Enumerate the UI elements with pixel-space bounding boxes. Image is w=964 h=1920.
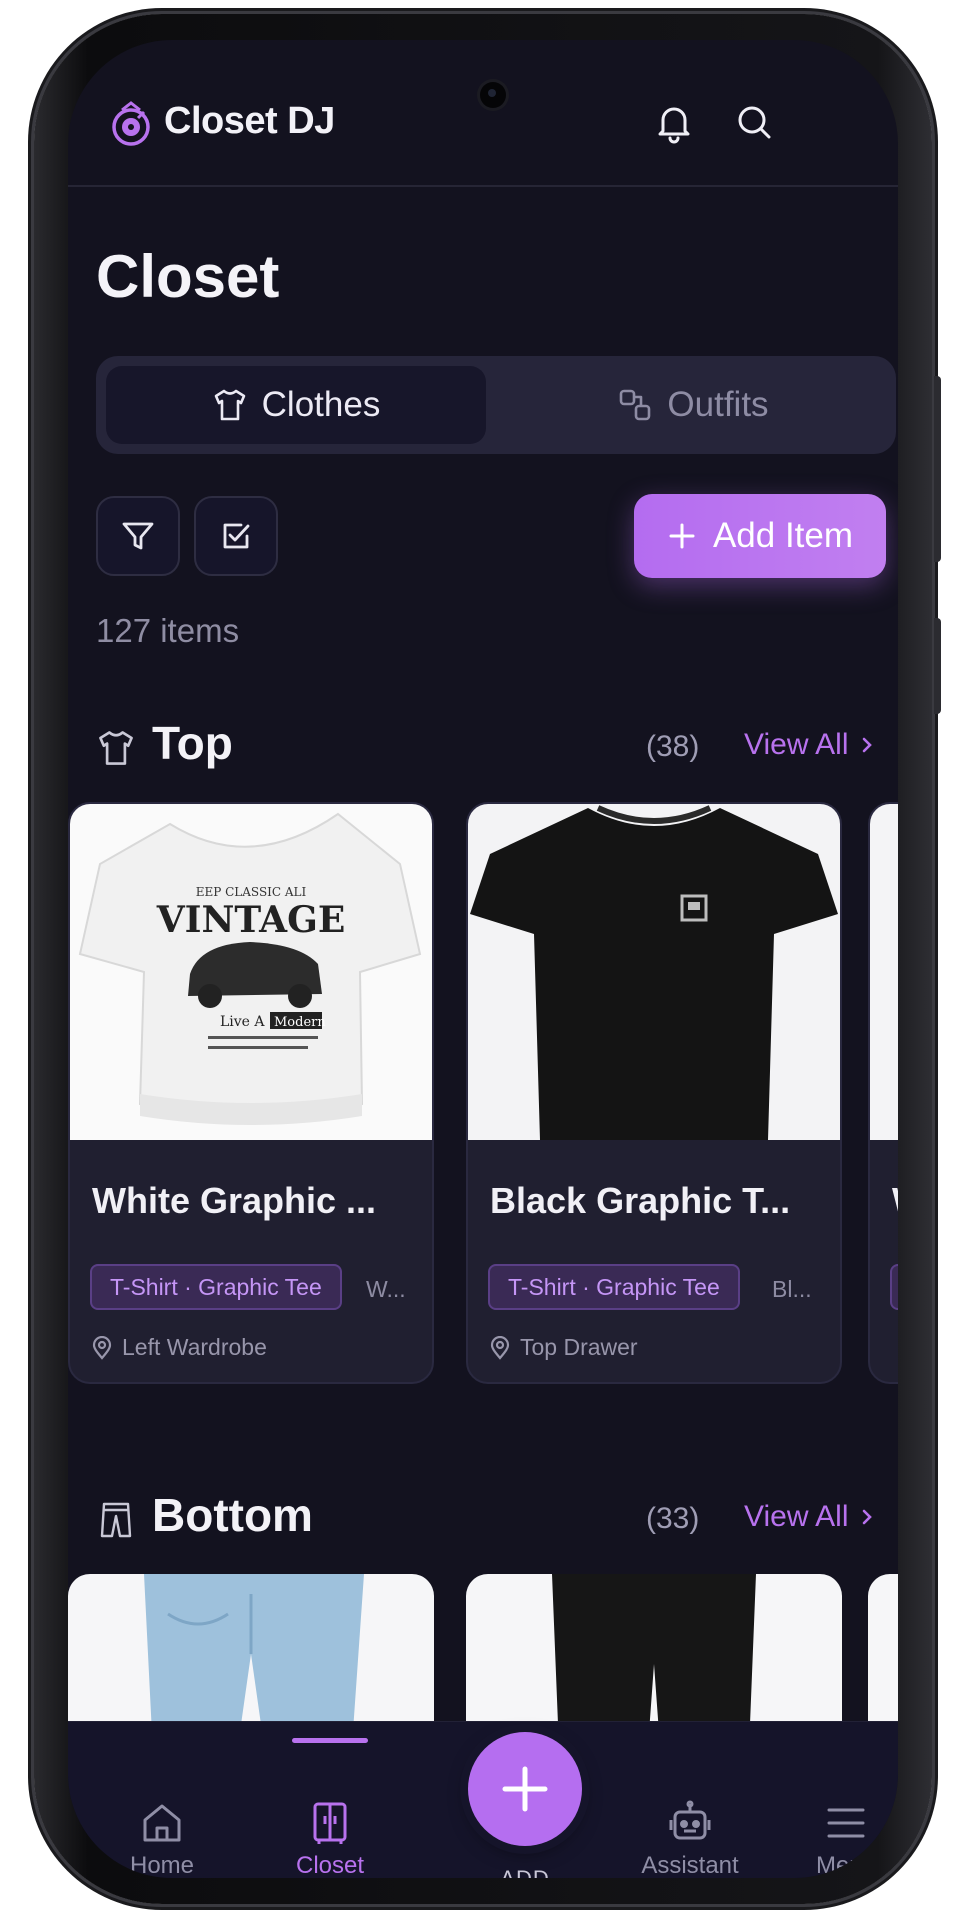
item-category-chip: T-Shirt · Graphic Tee xyxy=(488,1264,740,1310)
power-button xyxy=(934,618,941,714)
nav-home-label: Home xyxy=(129,1852,195,1878)
checkbox-icon xyxy=(223,523,250,549)
item-location: Left Wardrobe xyxy=(92,1334,267,1361)
location-pin-icon xyxy=(490,1335,510,1360)
closet-icon xyxy=(313,1802,347,1844)
section-title-bottom: Bottom xyxy=(152,1489,313,1541)
select-button[interactable] xyxy=(194,496,278,576)
view-all-bottom-label: View All xyxy=(744,1500,849,1533)
app-screen: Closet DJ Closet Clothes Outfits Add Ite… xyxy=(68,40,898,1878)
nav-assistant-label: Assistant xyxy=(641,1852,739,1878)
item-extra-tag: W... xyxy=(366,1276,406,1302)
tab-outfits-label: Outfits xyxy=(667,385,769,424)
section-title-top: Top xyxy=(152,717,233,769)
location-pin-icon xyxy=(92,1335,112,1360)
svg-text:Modern: Modern xyxy=(274,1015,326,1030)
item-count: 127 items xyxy=(96,612,240,649)
section-count-top: (38) xyxy=(646,730,700,763)
add-item-label: Add Item xyxy=(712,516,854,555)
robot-icon xyxy=(669,1800,711,1840)
topbar-divider xyxy=(68,185,898,187)
item-image xyxy=(870,804,898,1140)
item-location-label: Top Drawer xyxy=(520,1334,638,1360)
nav-menu-label: Menu xyxy=(815,1852,877,1878)
tab-outfits[interactable]: Outfits xyxy=(498,366,888,444)
nav-closet[interactable]: Closet xyxy=(260,1800,400,1878)
white-tshirt-image: EEP CLASSIC ALI VINTAGE Live A Modern xyxy=(78,812,422,1125)
menu-icon xyxy=(827,1808,865,1838)
nav-home[interactable]: Home xyxy=(92,1800,232,1878)
tab-clothes-label: Clothes xyxy=(261,385,381,424)
tab-clothes[interactable]: Clothes xyxy=(106,366,486,444)
view-all-bottom[interactable]: View All xyxy=(744,1500,875,1534)
item-card-black-tee[interactable]: Black Graphic T... T-Shirt · Graphic Tee… xyxy=(466,802,842,1384)
black-tshirt-image xyxy=(470,805,838,1140)
nav-menu[interactable]: Menu xyxy=(776,1800,898,1878)
filter-icon xyxy=(122,522,154,550)
item-card-partial[interactable]: W xyxy=(868,802,898,1384)
nav-closet-label: Closet xyxy=(295,1852,365,1878)
home-icon xyxy=(143,1804,181,1842)
section-count-bottom: (33) xyxy=(646,1502,700,1535)
volume-button xyxy=(934,376,941,562)
add-fab-label: ADD xyxy=(468,1866,582,1878)
outfits-icon xyxy=(620,389,651,421)
add-fab-button[interactable] xyxy=(468,1732,582,1846)
item-image: EEP CLASSIC ALI VINTAGE Live A Modern xyxy=(70,804,432,1140)
shirt-icon xyxy=(214,389,245,421)
item-location: Top Drawer xyxy=(490,1334,638,1361)
item-name: White Graphic ... xyxy=(92,1180,377,1221)
top-shirt-icon xyxy=(96,728,136,768)
app-title: Closet DJ xyxy=(164,100,335,142)
item-location-label: Left Wardrobe xyxy=(122,1334,267,1360)
search-icon[interactable] xyxy=(732,100,776,144)
filter-button[interactable] xyxy=(96,496,180,576)
item-category-chip xyxy=(890,1264,898,1310)
plus-icon xyxy=(502,1766,548,1812)
item-name: W xyxy=(892,1180,898,1222)
bell-icon[interactable] xyxy=(652,100,696,144)
front-camera xyxy=(480,82,506,108)
item-image xyxy=(468,804,840,1140)
page-title: Closet xyxy=(96,243,280,310)
chevron-right-icon xyxy=(862,1509,872,1525)
svg-text:VINTAGE: VINTAGE xyxy=(156,899,346,941)
item-name: Black Graphic T... xyxy=(490,1180,791,1221)
svg-text:Live A: Live A xyxy=(220,1014,265,1030)
app-logo-icon xyxy=(108,100,154,146)
view-all-top[interactable]: View All xyxy=(744,728,875,762)
item-card-white-tee[interactable]: EEP CLASSIC ALI VINTAGE Live A Modern Wh… xyxy=(68,802,434,1384)
add-item-button[interactable]: Add Item xyxy=(634,494,886,578)
item-extra-tag: Bl... xyxy=(772,1276,812,1302)
nav-active-indicator xyxy=(292,1738,368,1743)
pants-icon xyxy=(96,1500,136,1540)
view-all-top-label: View All xyxy=(744,728,849,761)
nav-assistant[interactable]: Assistant xyxy=(620,1800,760,1878)
item-category-chip: T-Shirt · Graphic Tee xyxy=(90,1264,342,1310)
chevron-right-icon xyxy=(862,737,872,753)
plus-icon xyxy=(669,523,695,549)
phone-frame: Closet DJ Closet Clothes Outfits Add Ite… xyxy=(34,14,941,1904)
svg-text:EEP CLASSIC ALI: EEP CLASSIC ALI xyxy=(196,885,307,899)
